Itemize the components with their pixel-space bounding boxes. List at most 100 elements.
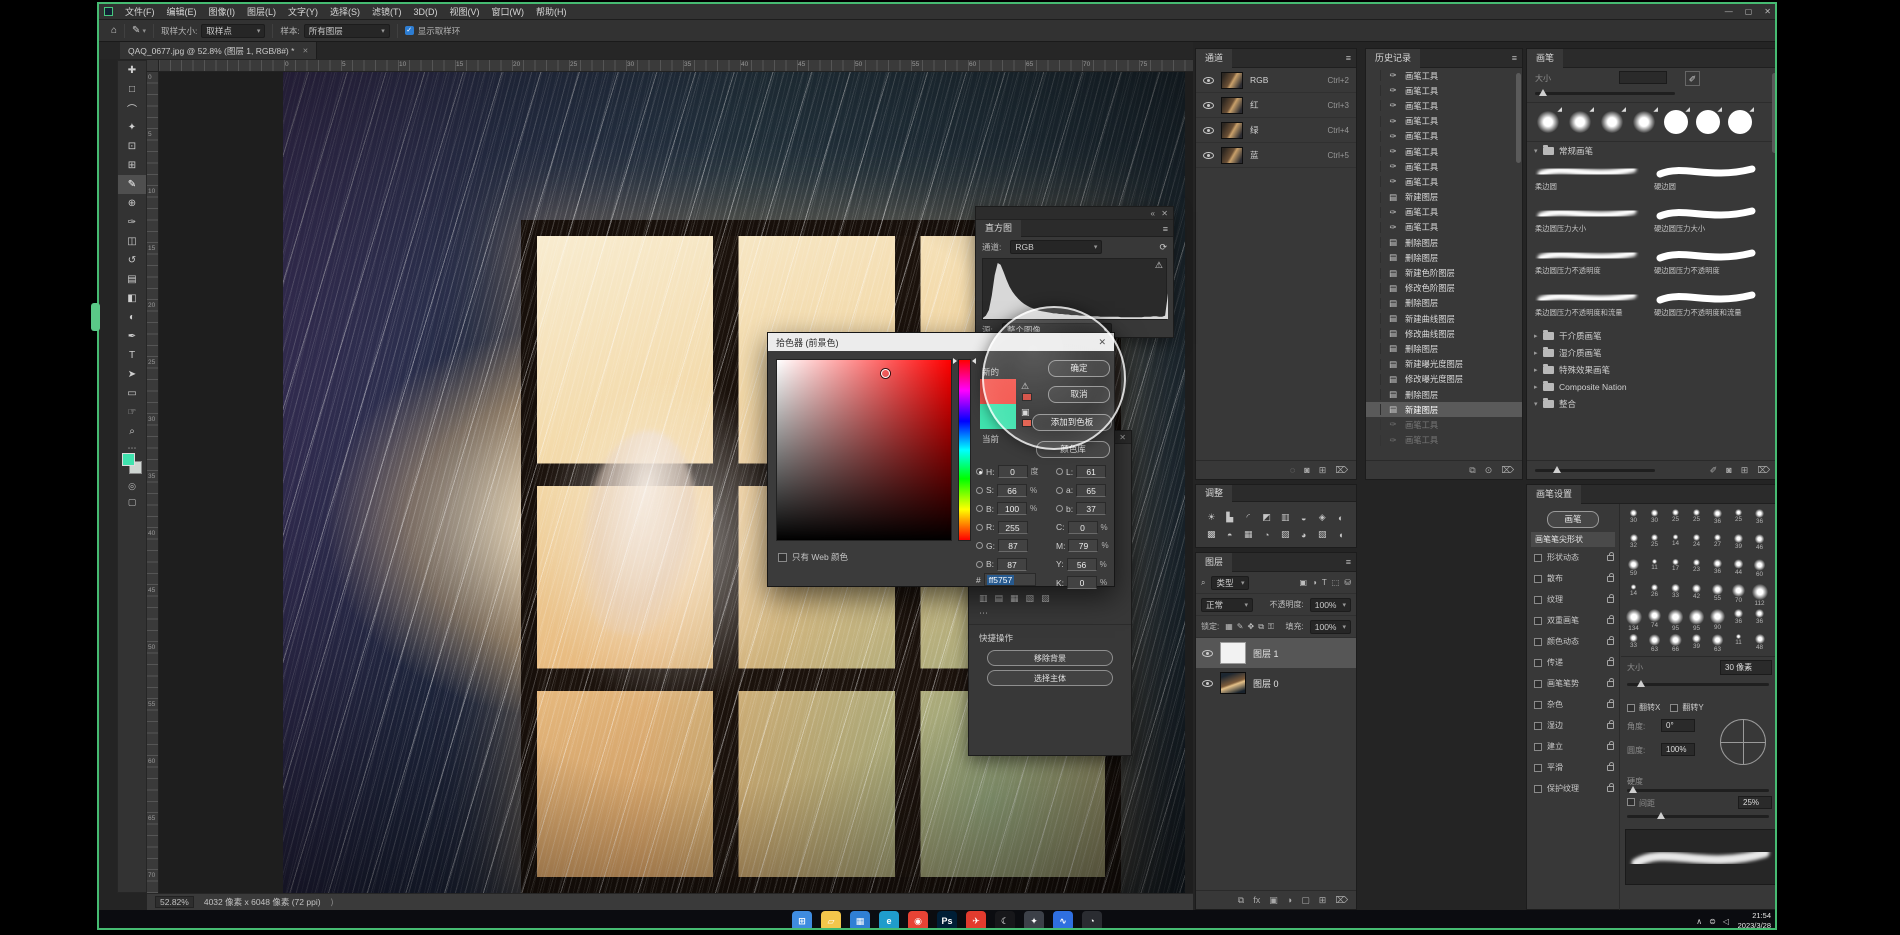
remove-background-button[interactable]: 移除背景 [987,650,1113,666]
brushes-action-icon[interactable]: ◙ [1726,465,1731,476]
frame-tool[interactable]: ⊞ [118,156,146,175]
app-gray-taskbar-icon[interactable]: ✦ [1024,911,1044,930]
layer-filter-dropdown[interactable]: 类型▾ [1211,576,1249,590]
recent-brush[interactable]: ◢ [1565,105,1595,139]
history-brush-source[interactable] [1370,100,1381,111]
path-select-tool[interactable]: ➤ [118,365,146,384]
eraser-tool[interactable]: ▤ [118,270,146,289]
maximize-button[interactable]: ▢ [1745,4,1753,20]
option-checkbox[interactable] [1534,680,1542,688]
channel-action-icon[interactable]: ⊞ [1319,465,1327,476]
opacity-dropdown[interactable]: 100%▾ [1310,598,1351,612]
brush-tip-preset[interactable]: 90 [1707,607,1728,632]
brush-tip-preset[interactable]: 14 [1623,582,1644,607]
brush-tip-preset[interactable]: 11 [1644,557,1665,582]
brush-tip-preset[interactable]: 48 [1749,632,1770,656]
saturation-brightness-field[interactable] [776,359,952,541]
brush-tip-preset[interactable]: 25 [1686,507,1707,532]
brush-option-row[interactable]: 颜色动态 [1527,631,1619,652]
brush-folder-row[interactable]: ▾常规画笔 [1527,142,1777,159]
panel-close-icon[interactable]: ✕ [1119,433,1126,442]
channel-dropdown[interactable]: RGB▾ [1010,240,1102,254]
layers-action-icon[interactable]: fx [1253,895,1260,905]
edge-browser-taskbar-icon[interactable]: e [879,911,899,930]
history-state-row[interactable]: ✑画笔工具 [1366,83,1522,98]
adjustment-icon[interactable]: ◓ [1221,526,1240,543]
history-state-row[interactable]: ✑画笔工具 [1366,159,1522,174]
recent-brush[interactable]: ◢ [1661,105,1691,139]
option-checkbox[interactable] [1534,659,1542,667]
angle-dial[interactable] [1720,719,1766,765]
brush-tip-preset[interactable]: 95 [1686,607,1707,632]
tip-size-value[interactable]: 30 像素 [1720,660,1772,675]
field-radio[interactable] [976,505,983,512]
tab-histogram[interactable]: 直方图 [976,220,1021,237]
align-icon[interactable]: ▨ [1041,593,1050,603]
history-state-row[interactable]: ✑画笔工具 [1366,144,1522,159]
chrome-browser-taskbar-icon[interactable]: ◉ [908,911,928,930]
brush-tip-preset[interactable]: 36 [1707,507,1728,532]
hue-slider-arrow-right[interactable] [972,358,976,364]
field-radio[interactable] [1056,487,1063,494]
flip-x-row[interactable]: 翻转X [1627,702,1660,713]
roundness-value[interactable]: 100% [1661,743,1695,756]
select-subject-button[interactable]: 选择主体 [987,670,1113,686]
option-checkbox[interactable] [1534,617,1542,625]
menu-item[interactable]: 编辑(E) [161,4,203,20]
lock-icon[interactable]: ⚿ [1268,622,1274,632]
menu-item[interactable]: 文字(Y) [282,4,324,20]
spacing-slider[interactable] [1627,815,1769,818]
brush-preset[interactable]: 硬边圆压力不透明度和流量 [1650,285,1769,327]
history-brush-source[interactable] [1370,283,1381,294]
pen-tool[interactable]: ✒ [118,327,146,346]
web-only-checkbox[interactable] [778,553,787,562]
menu-item[interactable]: 图像(I) [203,4,242,20]
type-tool[interactable]: T [118,346,146,365]
brush-tip-preset[interactable]: 66 [1665,632,1686,656]
brush-tip-preset[interactable]: 36 [1707,557,1728,582]
history-brush-source[interactable] [1370,161,1381,172]
brush-tip-preset[interactable]: 36 [1749,507,1770,532]
brush-tip-preset[interactable]: 25 [1644,532,1665,557]
history-brush-source[interactable] [1370,252,1381,263]
history-state-row[interactable]: ✑画笔工具 [1366,220,1522,235]
history-brush-source[interactable] [1370,131,1381,142]
adjustment-icon[interactable]: ▩ [1202,526,1221,543]
filter-icon[interactable]: ⛁ [1344,578,1351,587]
field-input[interactable]: 61 [1076,465,1106,478]
visibility-eye-icon[interactable] [1202,680,1213,687]
adjustment-icon[interactable]: ◜ [1239,509,1258,526]
screen-mode-icon[interactable]: ▢ [118,497,146,508]
brush-tip-preset[interactable]: 60 [1749,557,1770,582]
show-ring-checkbox[interactable]: ✓ [405,26,414,35]
start-taskbar-icon[interactable]: ⊞ [792,911,812,930]
field-input[interactable]: 0 [1068,521,1098,534]
photoshop-taskbar-icon[interactable]: Ps [937,911,957,930]
history-state-row[interactable]: ▤修改曝光度图层 [1366,372,1522,387]
panel-menu-icon[interactable]: ≡ [1163,225,1168,234]
foreground-color-swatch[interactable] [122,453,135,466]
adjustment-icon[interactable]: ◖ [1332,526,1351,543]
preview-size-slider[interactable] [1535,469,1655,472]
brush-tip-preset[interactable]: 70 [1728,582,1749,607]
brush-option-row[interactable]: 散布 [1527,568,1619,589]
brush-preset[interactable]: 硬边圆压力不透明度 [1650,243,1769,285]
history-brush-source[interactable] [1370,176,1381,187]
app-dark-circle-taskbar-icon[interactable]: ☾ [995,911,1015,930]
history-state-row[interactable]: ✑画笔工具 [1366,433,1522,448]
channel-action-icon[interactable]: ◙ [1304,465,1309,475]
visibility-eye-icon[interactable] [1203,152,1214,159]
sample-dropdown[interactable]: 所有图层▾ [304,24,390,38]
tab-channels[interactable]: 通道 [1196,49,1232,68]
filter-icon[interactable]: ▣ [1299,578,1307,587]
channel-row[interactable]: 绿Ctrl+4 [1196,118,1356,143]
history-brush-source[interactable] [1370,374,1381,385]
panel-menu-icon[interactable]: ≡ [1346,558,1351,567]
align-icon[interactable]: ▧ [1026,593,1035,603]
recent-brush[interactable]: ◢ [1629,105,1659,139]
scrollbar[interactable] [1516,73,1521,163]
layers-action-icon[interactable]: ▢ [1301,895,1310,906]
layers-action-icon[interactable]: ◑ [1287,895,1292,905]
brush-tip-preset[interactable]: 25 [1728,507,1749,532]
gradient-tool[interactable]: ◧ [118,289,146,308]
